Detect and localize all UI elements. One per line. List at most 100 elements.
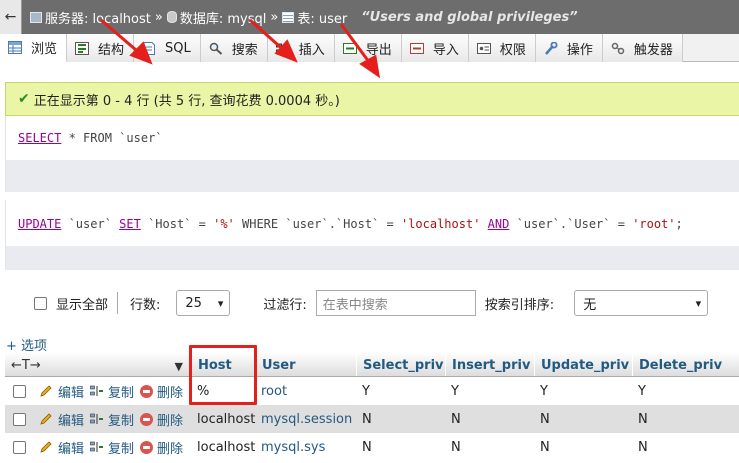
browse-icon [8,41,22,54]
cell-delete-priv[interactable]: N [632,405,739,433]
filter-input[interactable]: 在表中搜索 [315,290,476,316]
rows-label: 行数: [130,297,161,313]
sql-keyword[interactable]: UPDATE [18,217,61,231]
cell-update-priv[interactable]: Y [534,377,632,405]
sql-query-text[interactable]: SELECT * FROM `user` [6,116,739,160]
sort-caret-icon[interactable]: ▼ [175,360,183,373]
tab-insert[interactable]: 插入 [267,34,335,62]
pencil-icon [40,413,52,425]
sql-string: 'root' [632,217,676,231]
chevron-down-icon: ▾ [695,296,702,310]
sql-identifier: `user`.`User` = [509,217,633,231]
tab-search[interactable]: 搜索 [200,34,268,62]
delete-button[interactable]: 删除 [140,438,183,457]
cell-select-priv[interactable]: N [356,433,445,461]
copy-button[interactable]: 复制 [90,438,134,457]
breadcrumb-server[interactable]: 服务器: localhost [45,8,151,27]
delete-icon [140,440,154,454]
column-header-update-priv[interactable]: Update_priv [534,352,632,376]
column-header-user[interactable]: User [255,352,356,376]
tab-triggers[interactable]: 触发器 [602,34,683,62]
import-icon [409,42,424,54]
table-row: 编辑 复制 删除 % root Y Y Y Y [5,377,739,405]
sql-icon [143,41,156,55]
tab-insert-label: 插入 [298,42,325,58]
column-header-delete-priv[interactable]: Delete_priv [632,352,739,376]
back-arrow-icon[interactable]: ← [0,0,22,34]
table-nav-cell: ←T→ ▼ [5,352,191,376]
cell-user[interactable]: mysql.sys [255,433,356,461]
tab-privileges[interactable]: 权限 [468,34,536,62]
sort-select[interactable]: 无 ▾ [574,290,709,316]
tab-structure[interactable]: 结构 [67,34,135,62]
cell-user[interactable]: mysql.session [255,405,356,433]
copy-button[interactable]: 复制 [90,410,134,429]
tab-sql[interactable]: SQL [134,34,201,62]
cell-insert-priv[interactable]: N [445,433,534,461]
row-checkbox[interactable] [13,384,26,398]
edit-label: 编辑 [58,441,85,457]
row-checkbox[interactable] [13,440,26,454]
sql-update-text[interactable]: UPDATE `user` SET `Host` = '%' WHERE `us… [6,202,739,246]
sql-keyword[interactable]: SELECT [18,131,61,145]
sql-identifier: `user`.`Host` = [285,217,401,231]
breadcrumb-table[interactable]: 表: user [297,8,347,27]
row-actions: 编辑 复制 删除 [5,405,191,433]
copy-icon [90,413,104,424]
checkmark-icon: ✔ [18,91,30,107]
column-nav-arrows[interactable]: ←T→ [11,358,41,373]
tab-export[interactable]: 导出 [334,34,402,62]
cell-host[interactable]: localhost [191,405,255,433]
cell-insert-priv[interactable]: N [445,405,534,433]
server-icon [30,11,42,23]
edit-button[interactable]: 编辑 [40,382,84,401]
breadcrumb: ← 服务器: localhost » 数据库: mysql » 表: user … [0,0,739,34]
privileges-icon [476,42,491,54]
tab-export-label: 导出 [365,42,392,58]
show-all-checkbox[interactable] [34,296,47,310]
delete-button[interactable]: 删除 [140,382,183,401]
sql-keyword[interactable]: AND [488,217,510,231]
column-header-select-priv[interactable]: Select_priv [356,352,445,376]
export-icon [342,42,357,54]
tab-import[interactable]: 导入 [401,34,469,62]
sql-keyword[interactable]: SET [119,217,141,231]
tab-operations[interactable]: 操作 [535,34,603,62]
tab-browse[interactable]: 浏览 [0,34,68,62]
edit-button[interactable]: 编辑 [40,438,84,457]
edit-button[interactable]: 编辑 [40,410,84,429]
chevron-down-icon: ▾ [217,296,224,310]
tab-privileges-label: 权限 [499,42,526,58]
column-header-insert-priv[interactable]: Insert_priv [445,352,534,376]
sql-query-toolbar [6,160,739,192]
cell-delete-priv[interactable]: N [632,433,739,461]
cell-user[interactable]: root [255,377,356,405]
cell-host[interactable]: localhost [191,433,255,461]
insert-icon [275,43,290,53]
database-icon [166,11,177,23]
results-table: ←T→ ▼ Host User Select_priv Insert_priv … [5,352,739,461]
row-actions: 编辑 复制 删除 [5,377,191,405]
breadcrumb-database[interactable]: 数据库: mysql [180,8,267,27]
table-row: 编辑 复制 删除 localhost mysql.sys N N N N [5,433,739,461]
copy-button[interactable]: 复制 [90,382,134,401]
cell-update-priv[interactable]: N [534,405,632,433]
tab-browse-label: 浏览 [31,42,58,57]
tab-triggers-label: 触发器 [633,42,673,58]
delete-button[interactable]: 删除 [140,410,183,429]
cell-select-priv[interactable]: N [356,405,445,433]
cell-update-priv[interactable]: N [534,433,632,461]
rows-select[interactable]: 25 ▾ [176,290,231,316]
cell-select-priv[interactable]: Y [356,377,445,405]
delete-icon [140,412,154,426]
cell-delete-priv[interactable]: Y [632,377,739,405]
tab-structure-label: 结构 [98,42,125,58]
cell-insert-priv[interactable]: Y [445,377,534,405]
pencil-icon [40,385,52,397]
delete-label: 删除 [157,385,184,401]
copy-icon [90,385,104,396]
row-checkbox[interactable] [13,412,26,426]
delete-label: 删除 [157,441,184,457]
delete-label: 删除 [157,413,184,429]
table-row: 编辑 复制 删除 localhost mysql.session N N N N [5,405,739,433]
